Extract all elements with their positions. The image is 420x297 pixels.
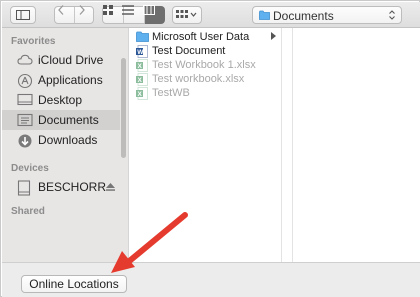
svg-text:X: X [138, 63, 143, 70]
excel-icon: X [136, 73, 148, 86]
sidebar-item-icloud-drive[interactable]: iCloud Drive [2, 50, 120, 70]
sidebar-item-downloads[interactable]: Downloads [2, 130, 120, 150]
list-item[interactable]: Microsoft User Data [130, 31, 282, 45]
sidebar-item-label: Documents [38, 113, 99, 127]
chevron-right-icon [79, 5, 85, 15]
sidebar-item-beschorr[interactable]: BESCHORR [2, 177, 120, 197]
online-locations-button[interactable]: Online Locations [21, 275, 127, 293]
sidebar-icon [16, 10, 30, 20]
toolbar: Documents [2, 2, 420, 28]
excel-icon: X [136, 87, 148, 100]
list-view-button[interactable] [122, 5, 144, 23]
sidebar-item-documents[interactable]: Documents [2, 110, 120, 130]
file-name: Microsoft User Data [152, 31, 250, 43]
sidebar-item-label: Desktop [38, 93, 83, 107]
list-item[interactable]: X TestWB [130, 87, 282, 101]
section-shared: Shared [11, 206, 45, 217]
disclosure-arrow-icon [271, 32, 276, 40]
sidebar-toggle-button[interactable] [10, 6, 36, 24]
forward-button[interactable] [75, 5, 94, 23]
list-item[interactable]: X Test Workbook 1.xlsx [130, 59, 282, 73]
list-icon [122, 5, 134, 15]
empty-column [283, 28, 293, 262]
bottom-bar: Online Locations [2, 262, 420, 297]
file-dialog: Documents Favorites iCloud Drive Applica… [0, 0, 420, 297]
section-favorites: Favorites [11, 36, 56, 47]
desktop-icon [17, 93, 33, 106]
sidebar: Favorites iCloud Drive Applications Desk… [2, 28, 129, 262]
folder-icon [136, 31, 149, 42]
chevron-updown-icon [389, 10, 395, 20]
sidebar-item-label: BESCHORR [38, 180, 107, 194]
back-button[interactable] [55, 5, 74, 23]
drive-icon [17, 180, 31, 196]
excel-icon: X [136, 59, 148, 72]
applications-icon [17, 73, 33, 89]
location-popup[interactable]: Documents [252, 6, 402, 24]
file-column: Microsoft User Data W Test Document X Te… [130, 28, 282, 262]
view-segment [102, 5, 165, 24]
grid-icon [103, 5, 113, 15]
cloud-icon [17, 54, 33, 65]
sidebar-item-desktop[interactable]: Desktop [2, 90, 120, 110]
eject-icon[interactable] [106, 183, 115, 191]
icon-view-button[interactable] [103, 5, 123, 23]
file-name: Test workbook.xlsx [152, 73, 245, 85]
sidebar-item-label: iCloud Drive [38, 53, 104, 67]
documents-icon [17, 113, 33, 127]
column-view-button[interactable] [143, 5, 165, 24]
svg-text:X: X [138, 91, 143, 98]
word-doc-icon: W [136, 45, 148, 58]
group-by-button[interactable] [172, 6, 202, 24]
nav-segment [54, 5, 94, 24]
folder-icon [259, 10, 270, 20]
list-item[interactable]: X Test workbook.xlsx [130, 73, 282, 87]
sidebar-scrollbar[interactable] [121, 58, 126, 158]
file-name: TestWB [152, 87, 190, 99]
svg-text:W: W [137, 49, 144, 56]
chevron-left-icon [58, 5, 64, 15]
list-item[interactable]: W Test Document [130, 45, 282, 59]
grid-dropdown-icon [176, 10, 197, 18]
preview-column [294, 28, 420, 262]
svg-text:X: X [138, 77, 143, 84]
section-devices: Devices [11, 163, 49, 174]
downloads-icon [18, 134, 32, 148]
sidebar-item-label: Applications [38, 73, 103, 87]
sidebar-item-applications[interactable]: Applications [2, 70, 120, 90]
columns-icon [143, 5, 155, 15]
location-label: Documents [273, 9, 334, 23]
file-name: Test Workbook 1.xlsx [152, 59, 256, 71]
file-name: Test Document [152, 45, 226, 57]
sidebar-item-label: Downloads [38, 133, 98, 147]
